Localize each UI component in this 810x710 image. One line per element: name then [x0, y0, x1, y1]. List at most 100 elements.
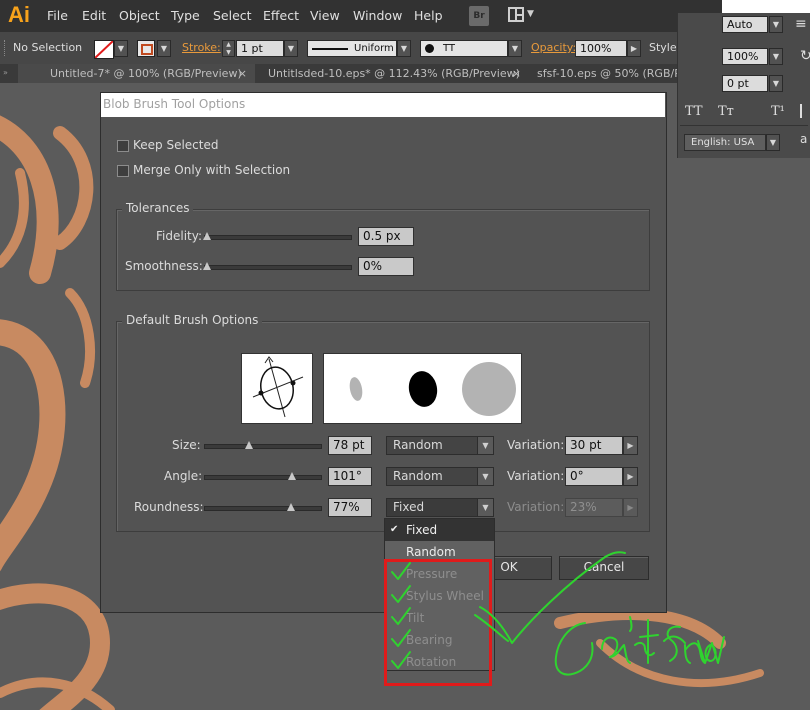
menu-select[interactable]: Select: [213, 8, 252, 23]
all-caps-icon[interactable]: TT: [685, 104, 703, 119]
dropdown-item-fixed[interactable]: ✔ Fixed: [385, 519, 494, 541]
opacity-label[interactable]: Opacity:: [531, 41, 576, 54]
baseline-shift-field[interactable]: 0 pt: [722, 75, 768, 92]
kerning-icon: ≡: [795, 16, 807, 32]
anti-aliasing-icon[interactable]: a: [800, 132, 807, 146]
angle-label: Angle:: [164, 469, 203, 483]
menu-effect[interactable]: Effect: [263, 8, 299, 23]
roundness-mode-value: Fixed: [393, 500, 425, 514]
profile-chevron-down-icon[interactable]: ▼: [397, 40, 411, 57]
roundness-value-field[interactable]: 77%: [328, 498, 372, 517]
stroke-stepper[interactable]: ▲ ▼: [222, 40, 235, 57]
horizontal-scale-field[interactable]: 100%: [722, 48, 768, 65]
fidelity-value-field[interactable]: 0.5 px: [358, 227, 414, 246]
workspace-chevron-down-icon[interactable]: ▼: [527, 9, 534, 19]
stroke-chevron-down-icon[interactable]: ▼: [157, 40, 171, 57]
leading-chevron-down-icon[interactable]: ▼: [769, 16, 783, 33]
stroke-label[interactable]: Stroke:: [182, 41, 221, 54]
size-slider-thumb[interactable]: [245, 441, 253, 449]
dropdown-item-label: Fixed: [406, 523, 438, 537]
brush-chevron-down-icon[interactable]: ▼: [508, 40, 522, 57]
angle-slider[interactable]: [204, 475, 322, 480]
selection-status: No Selection: [13, 41, 83, 54]
roundness-slider-thumb[interactable]: [287, 503, 295, 511]
size-label: Size:: [172, 438, 201, 452]
smoothness-slider[interactable]: [204, 265, 352, 270]
grip-handle[interactable]: [4, 40, 8, 56]
fidelity-slider-thumb[interactable]: [203, 232, 211, 240]
tab-untitlsded-10[interactable]: Untitlsded-10.eps* @ 112.43% (RGB/Previe…: [256, 64, 525, 83]
merge-only-label[interactable]: Merge Only with Selection: [133, 163, 290, 177]
bridge-button[interactable]: Br: [469, 6, 489, 26]
scale-chevron-down-icon[interactable]: ▼: [769, 48, 783, 65]
brush-size-preview: [323, 353, 522, 424]
tolerances-group: [116, 209, 650, 291]
roundness-mode-chevron-down-icon[interactable]: ▼: [477, 499, 493, 516]
brush-options-title: Default Brush Options: [122, 313, 263, 327]
close-icon[interactable]: ×: [238, 64, 247, 83]
brush-definition[interactable]: TT: [420, 40, 508, 57]
smoothness-value-field[interactable]: 0%: [358, 257, 414, 276]
size-variation-field[interactable]: 30 pt: [565, 436, 623, 455]
stroke-swatch[interactable]: [137, 40, 155, 57]
leading-field[interactable]: Auto: [722, 16, 768, 33]
checkmark-icon: ✔: [390, 524, 399, 535]
roundness-variation-chevron-right-icon: ▶: [623, 498, 638, 517]
menu-object[interactable]: Object: [119, 8, 160, 23]
profile-line-icon: [312, 48, 348, 50]
menu-window[interactable]: Window: [353, 8, 402, 23]
dialog-title: Blob Brush Tool Options: [101, 93, 665, 117]
brush-angle-preview[interactable]: [241, 353, 313, 424]
tolerances-title: Tolerances: [122, 201, 194, 215]
workspace-layout-icon[interactable]: [508, 7, 524, 22]
menu-file[interactable]: File: [47, 8, 68, 23]
angle-mode-value: Random: [393, 469, 443, 483]
merge-only-checkbox[interactable]: [117, 165, 129, 177]
brush-dot-icon: [425, 44, 434, 53]
baseline-chevron-down-icon[interactable]: ▼: [769, 75, 783, 92]
angle-mode-chevron-down-icon[interactable]: ▼: [477, 468, 493, 485]
tabs-overflow-icon[interactable]: »: [3, 68, 8, 77]
tab-untitled-7[interactable]: Untitled-7* @ 100% (RGB/Preview) ×: [18, 64, 255, 83]
angle-variation-field[interactable]: 0°: [565, 467, 623, 486]
keep-selected-checkbox[interactable]: [117, 140, 129, 152]
fill-chevron-down-icon[interactable]: ▼: [114, 40, 128, 57]
small-caps-icon[interactable]: Tт: [718, 104, 734, 119]
menu-view[interactable]: View: [310, 8, 340, 23]
roundness-slider[interactable]: [204, 506, 322, 511]
panel-header-strip: [722, 0, 810, 13]
panel-divider: [680, 125, 808, 126]
menu-help[interactable]: Help: [414, 8, 443, 23]
menu-type[interactable]: Type: [171, 8, 200, 23]
angle-variation-chevron-right-icon[interactable]: ▶: [623, 467, 638, 486]
subscript-icon[interactable]: [800, 104, 810, 118]
language-select[interactable]: English: USA: [684, 134, 766, 151]
variable-width-profile[interactable]: Uniform: [307, 40, 397, 57]
close-icon[interactable]: ×: [512, 64, 521, 83]
fidelity-slider[interactable]: [204, 235, 352, 240]
angle-slider-thumb[interactable]: [288, 472, 296, 480]
fill-swatch[interactable]: [94, 40, 114, 59]
language-chevron-down-icon[interactable]: ▼: [766, 134, 780, 151]
rotate-icon: ↻: [800, 48, 810, 64]
opacity-chevron-right-icon[interactable]: ▶: [627, 40, 641, 57]
fidelity-label: Fidelity:: [156, 229, 203, 243]
roundness-label: Roundness:: [134, 500, 204, 514]
size-variation-chevron-right-icon[interactable]: ▶: [623, 436, 638, 455]
size-value-field[interactable]: 78 pt: [328, 436, 372, 455]
menu-edit[interactable]: Edit: [82, 8, 106, 23]
stroke-weight-chevron-down-icon[interactable]: ▼: [284, 40, 298, 57]
tab-label: Untitlsded-10.eps* @ 112.43% (RGB/Previe…: [268, 67, 520, 80]
green-handwritten-annotation: [391, 551, 725, 676]
size-slider[interactable]: [204, 444, 322, 449]
stroke-weight-field[interactable]: 1 pt: [236, 40, 284, 57]
size-mode-chevron-down-icon[interactable]: ▼: [477, 437, 493, 454]
smoothness-label: Smoothness:: [125, 259, 203, 273]
smoothness-slider-thumb[interactable]: [203, 262, 211, 270]
keep-selected-label[interactable]: Keep Selected: [133, 138, 219, 152]
superscript-icon[interactable]: T¹: [771, 104, 785, 119]
size-mode-value: Random: [393, 438, 443, 452]
opacity-field[interactable]: 100%: [575, 40, 627, 57]
angle-value-field[interactable]: 101°: [328, 467, 372, 486]
roundness-variation-label: Variation:: [507, 500, 565, 514]
